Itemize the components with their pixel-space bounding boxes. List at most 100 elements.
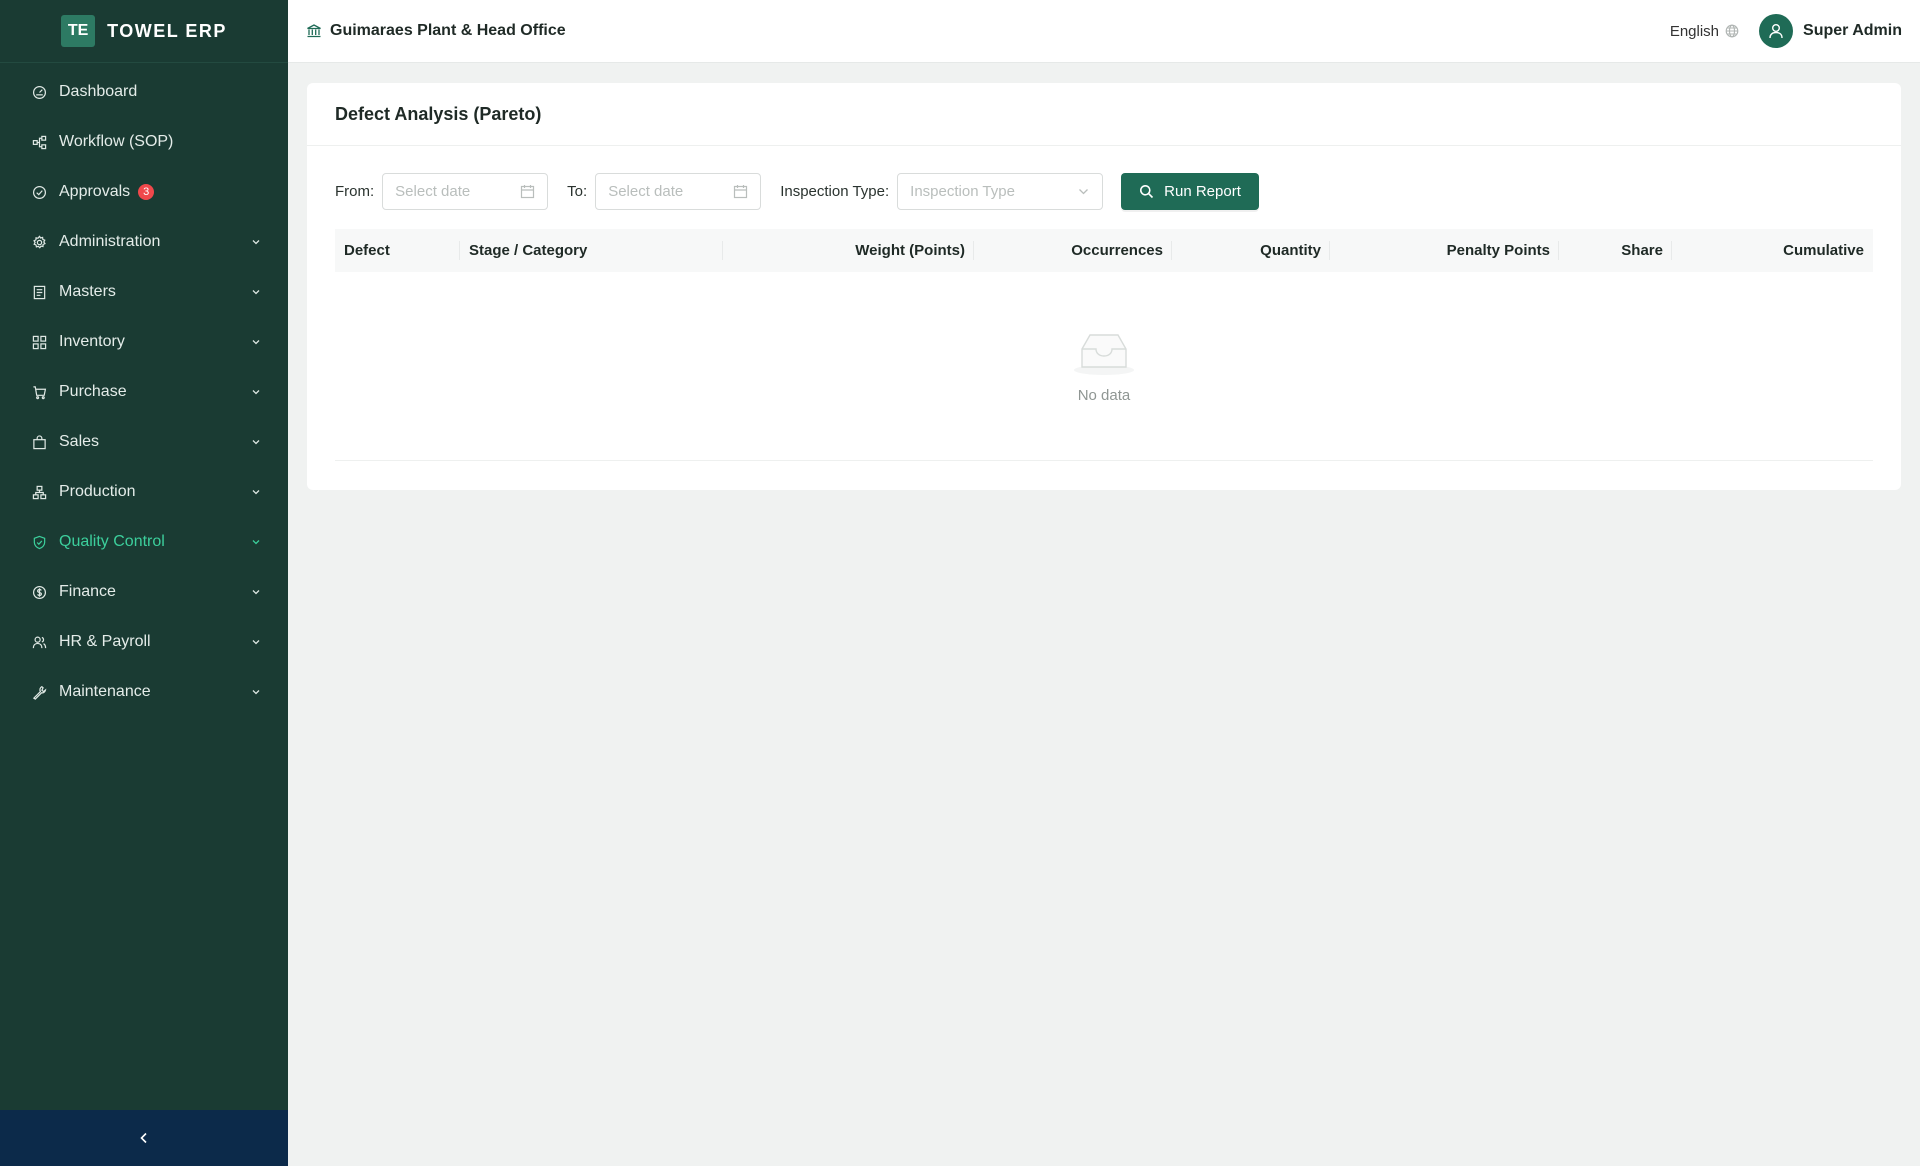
sidebar-item-approvals[interactable]: Approvals 3: [0, 167, 288, 217]
sidebar-item-masters[interactable]: Masters: [0, 267, 288, 317]
column-header-share[interactable]: Share: [1559, 229, 1672, 272]
to-date-input[interactable]: Select date: [595, 173, 762, 210]
chevron-down-icon: [252, 540, 260, 545]
brand[interactable]: TE TOWEL ERP: [0, 0, 288, 63]
search-icon: [1140, 185, 1154, 199]
to-date-placeholder: Select date: [608, 183, 684, 200]
column-header-weight[interactable]: Weight (Points): [723, 229, 974, 272]
chevron-down-icon: [252, 440, 260, 445]
sidebar-item-inventory[interactable]: Inventory: [0, 317, 288, 367]
chevron-down-icon: [1079, 189, 1089, 195]
book-icon: [32, 285, 47, 300]
to-label: To:: [567, 183, 588, 200]
sidebar-item-label: Inventory: [59, 333, 125, 350]
bag-icon: [32, 434, 47, 450]
globe-icon: [1725, 24, 1739, 38]
column-header-penalty-points[interactable]: Penalty Points: [1330, 229, 1559, 272]
chevron-down-icon: [252, 390, 260, 395]
bank-icon: [307, 24, 321, 38]
user-name: Super Admin: [1803, 22, 1902, 39]
dashboard-icon: [32, 85, 47, 100]
sidebar-menu: Dashboard Workflow (SOP) Approvals 3 Adm…: [0, 63, 288, 717]
sidebar-item-production[interactable]: Production: [0, 467, 288, 517]
column-header-occurrences[interactable]: Occurrences: [974, 229, 1172, 272]
sidebar-item-hr-payroll[interactable]: HR & Payroll: [0, 617, 288, 667]
hierarchy-icon: [32, 485, 47, 500]
sidebar-item-label: Finance: [59, 583, 116, 600]
sidebar-item-workflow[interactable]: Workflow (SOP): [0, 117, 288, 167]
sidebar-item-label: Maintenance: [59, 683, 151, 700]
sidebar-item-sales[interactable]: Sales: [0, 417, 288, 467]
plant-selector[interactable]: Guimaraes Plant & Head Office: [306, 22, 566, 40]
chevron-left-icon: [140, 1132, 147, 1144]
sidebar-item-label: Workflow (SOP): [59, 133, 174, 150]
grid-icon: [32, 335, 47, 350]
card-header: Defect Analysis (Pareto): [307, 83, 1901, 146]
column-header-stage-category[interactable]: Stage / Category: [460, 229, 723, 272]
people-icon: [32, 635, 47, 650]
chevron-down-icon: [252, 640, 260, 645]
from-date-placeholder: Select date: [395, 183, 471, 200]
calendar-icon: [734, 185, 748, 199]
defect-analysis-card: Defect Analysis (Pareto) From: Select da…: [307, 83, 1901, 490]
pareto-table: Defect Stage / Category Weight (Points) …: [335, 229, 1873, 461]
sidebar-item-label: Masters: [59, 283, 116, 300]
language-selector[interactable]: English: [1670, 23, 1739, 40]
wrench-icon: [32, 685, 47, 700]
chevron-down-icon: [252, 240, 260, 245]
empty-state-text: No data: [1077, 386, 1131, 404]
inspection-type-placeholder: Inspection Type: [910, 183, 1015, 200]
sidebar-item-label: Purchase: [59, 383, 127, 400]
column-header-quantity[interactable]: Quantity: [1172, 229, 1330, 272]
sidebar-item-label: Approvals: [59, 183, 131, 200]
run-report-label: Run Report: [1164, 183, 1241, 200]
inspection-type-select[interactable]: Inspection Type: [897, 173, 1104, 210]
inspection-type-label: Inspection Type:: [780, 183, 890, 200]
sidebar-item-quality-control[interactable]: Quality Control: [0, 517, 288, 567]
top-bar: Guimaraes Plant & Head Office English Su…: [288, 0, 1920, 63]
sidebar-item-finance[interactable]: Finance: [0, 567, 288, 617]
sidebar-item-purchase[interactable]: Purchase: [0, 367, 288, 417]
sidebar-item-label: Dashboard: [59, 83, 138, 100]
run-report-button[interactable]: Run Report: [1121, 173, 1259, 210]
brand-logo: TE: [61, 15, 96, 47]
user-icon: [1769, 24, 1783, 39]
user-menu[interactable]: Super Admin: [1759, 14, 1902, 48]
avatar: [1759, 14, 1794, 48]
sidebar-item-label: Quality Control: [59, 533, 165, 550]
page-title: Defect Analysis (Pareto): [335, 103, 542, 124]
plant-name: Guimaraes Plant & Head Office: [330, 22, 566, 39]
table-body-empty: No data: [335, 272, 1873, 461]
check-circle-icon: [32, 185, 47, 200]
sidebar-item-dashboard[interactable]: Dashboard: [0, 67, 288, 117]
chevron-down-icon: [252, 490, 260, 495]
sidebar: TE TOWEL ERP Dashboard Workflow (SOP) Ap…: [0, 0, 288, 1166]
column-header-defect[interactable]: Defect: [335, 229, 460, 272]
sidebar-item-label: Production: [59, 483, 136, 500]
filter-bar: From: Select date To: Select date Inspec…: [335, 173, 1259, 210]
dollar-icon: [32, 585, 47, 600]
sidebar-item-maintenance[interactable]: Maintenance: [0, 667, 288, 717]
empty-inbox-icon: [1074, 333, 1134, 375]
from-date-input[interactable]: Select date: [382, 173, 549, 210]
top-right-controls: English Super Admin: [1670, 14, 1902, 48]
calendar-icon: [521, 185, 535, 199]
chevron-down-icon: [252, 590, 260, 595]
chevron-down-icon: [252, 290, 260, 295]
chevron-down-icon: [252, 340, 260, 345]
sidebar-item-label: HR & Payroll: [59, 633, 151, 650]
sidebar-collapse-button[interactable]: [0, 1110, 288, 1166]
table-header: Defect Stage / Category Weight (Points) …: [335, 229, 1873, 272]
from-label: From:: [335, 183, 375, 200]
brand-name: TOWEL ERP: [107, 20, 227, 41]
sidebar-item-administration[interactable]: Administration: [0, 217, 288, 267]
sidebar-item-label: Administration: [59, 233, 161, 250]
workflow-icon: [32, 135, 47, 150]
column-header-cumulative[interactable]: Cumulative: [1672, 229, 1873, 272]
chevron-down-icon: [252, 690, 260, 695]
cart-icon: [32, 385, 47, 400]
gear-icon: [32, 234, 47, 250]
sidebar-item-label: Sales: [59, 433, 100, 450]
language-label: English: [1669, 22, 1720, 40]
shield-check-icon: [32, 535, 47, 550]
